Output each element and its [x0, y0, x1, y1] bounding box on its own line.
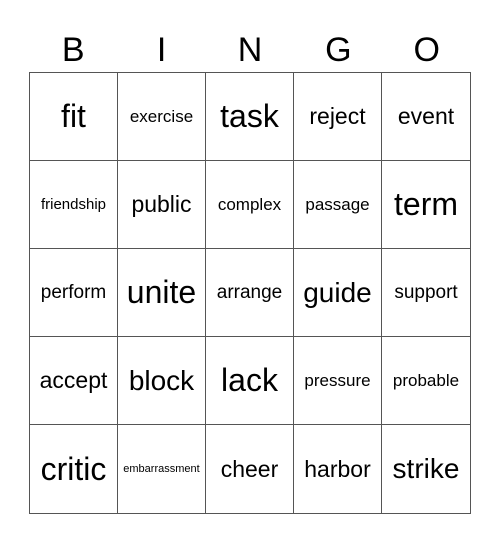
bingo-cell: strike: [392, 453, 460, 484]
bingo-cell: probable: [382, 337, 470, 425]
bingo-cell: friendship: [30, 161, 118, 249]
bingo-cell: unite: [118, 249, 206, 337]
header-letter-g: G: [325, 31, 352, 69]
bingo-grid: fit exercise task reject event friendshi…: [29, 72, 471, 514]
bingo-cell: support: [382, 249, 470, 337]
bingo-cell: complex: [206, 161, 294, 249]
header-letter-b: B: [61, 31, 85, 69]
header-letter-n: N: [237, 31, 263, 69]
bingo-cell: block: [118, 337, 206, 425]
bingo-cell: event: [382, 73, 470, 161]
bingo-cell: reject: [294, 73, 382, 161]
bingo-cell: critic: [30, 425, 118, 513]
header-letter-o: O: [413, 31, 440, 69]
bingo-cell: fit: [30, 73, 118, 161]
bingo-cell: harbor: [294, 425, 382, 513]
bingo-cell: passage: [294, 161, 382, 249]
header-letter-i: I: [156, 31, 167, 69]
bingo-cell: public: [118, 161, 206, 249]
bingo-cell: accept: [30, 337, 118, 425]
bingo-cell: embarrassment: [118, 425, 206, 513]
bingo-cell: pressure: [294, 337, 382, 425]
bingo-cell: task: [206, 73, 294, 161]
bingo-cell: term: [382, 161, 470, 249]
bingo-cell: guide: [294, 249, 382, 337]
bingo-cell: perform: [30, 249, 118, 337]
bingo-cell: cheer: [206, 425, 294, 513]
bingo-cell: lack: [206, 337, 294, 425]
bingo-cell: arrange: [206, 249, 294, 337]
bingo-cell: exercise: [118, 73, 206, 161]
bingo-header: B I N G O: [29, 28, 471, 72]
